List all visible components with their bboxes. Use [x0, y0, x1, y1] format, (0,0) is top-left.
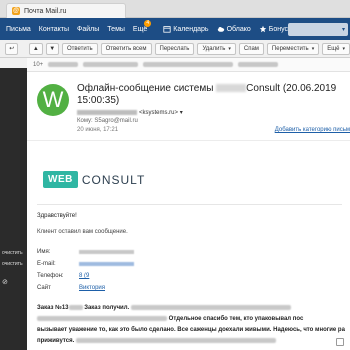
sender-name-redacted: [77, 109, 137, 115]
more-button[interactable]: Ещё ▾: [322, 42, 350, 55]
nav-item-letters[interactable]: Письма: [6, 26, 31, 33]
sender-domain: <ksystems.ru>: [139, 110, 179, 116]
phone-value[interactable]: 8 (9: [79, 273, 89, 279]
nav-item-more[interactable]: Ещё 4: [132, 19, 152, 33]
redacted-text: [68, 304, 83, 310]
forward-button[interactable]: Переслать: [154, 42, 195, 55]
add-category-link[interactable]: Добавить категорию письм: [275, 127, 350, 133]
order-survive: приживутся.: [37, 338, 75, 344]
mail-favicon-icon: @: [12, 7, 20, 15]
redacted-text: [37, 315, 167, 321]
phone-label: Телефон:: [37, 273, 64, 279]
blurred-subject: [83, 62, 139, 67]
calendar-icon: [163, 26, 171, 33]
back-arrow-icon: ↩: [9, 46, 15, 52]
order-message: Заказ №13 Заказ получил. Отдельное спаси…: [37, 303, 347, 347]
delete-label: Удалить: [202, 45, 226, 52]
sidebar-clear-link[interactable]: очистить: [2, 250, 23, 256]
message-list-row[interactable]: 10+: [27, 58, 350, 72]
redacted-text: [75, 337, 276, 343]
user-menu[interactable]: ▾: [288, 22, 349, 36]
order-thanks: Отдельное спасибо тем, кто упаковывал по…: [168, 316, 304, 322]
logo-consult: CONSULT: [81, 172, 146, 187]
nav-right: ▾: [288, 22, 350, 36]
chevron-down-icon: ▾: [342, 45, 345, 52]
email-label: E-mail:: [37, 261, 56, 267]
bonus-icon: [259, 25, 266, 33]
reply-all-button[interactable]: Ответить всем: [100, 42, 152, 55]
sidebar-clear-link[interactable]: очистить: [2, 261, 23, 267]
paperclip-icon[interactable]: ⊘: [2, 278, 8, 286]
site-value[interactable]: Виктория: [79, 285, 105, 291]
redacted-text: [130, 304, 291, 310]
browser-tab-title: Почта Mail.ru: [24, 7, 67, 15]
subject-redacted: [216, 84, 247, 93]
nav-cloud-label: Облако: [226, 25, 251, 33]
prev-message-button[interactable]: ▲: [29, 42, 43, 55]
email-body: WEB CONSULT Здравствуйте! Клиент оставил…: [27, 140, 350, 350]
nav-calendar-label: Календарь: [173, 25, 209, 33]
chevron-down-icon: ▼: [49, 45, 56, 52]
message-subject: Офлайн-сообщение системы Consult (20.06.…: [77, 83, 345, 107]
body-divider: [37, 204, 342, 205]
move-label: Переместить: [271, 45, 309, 52]
move-button[interactable]: Переместить ▾: [266, 42, 320, 55]
chevron-up-icon: ▲: [32, 45, 39, 52]
sender-avatar: W: [37, 84, 69, 116]
nav-more-label: Ещё: [132, 25, 148, 33]
email-value-redacted[interactable]: [79, 262, 134, 266]
subject-prefix: Офлайн-сообщение системы: [77, 83, 214, 94]
order-line: вызывает уважение то, как это было сдела…: [37, 325, 347, 336]
folder-sidebar: очистить очистить ⊘: [0, 58, 27, 350]
back-button[interactable]: ↩: [5, 42, 19, 55]
logo-web: WEB: [43, 171, 78, 188]
chevron-down-icon: ▾: [342, 26, 346, 33]
blurred-snippet: [143, 62, 234, 67]
spam-button[interactable]: Спам: [238, 42, 264, 55]
sidebar-top-strip: [0, 58, 27, 68]
name-value-redacted: [79, 250, 134, 254]
greeting: Здравствуйте!: [37, 213, 77, 219]
nav-item-calendar[interactable]: Календарь: [163, 25, 209, 33]
sender-line[interactable]: <ksystems.ru> ▾: [77, 109, 183, 116]
more-badge: 4: [144, 19, 152, 27]
webconsult-logo: WEB CONSULT: [43, 171, 145, 188]
nav-item-cloud[interactable]: Облако: [217, 25, 251, 33]
message-count: 10+: [33, 61, 44, 68]
nav-item-contacts[interactable]: Контакты: [39, 26, 69, 33]
top-navigation: Письма Контакты Файлы Темы Ещё 4 Календа…: [0, 18, 350, 40]
name-label: Имя:: [37, 249, 51, 255]
nav-item-themes[interactable]: Темы: [107, 26, 125, 33]
chevron-down-icon: ▾: [311, 45, 315, 52]
message-toolbar: ↩ ▲ ▼ Ответить Ответить всем Переслать У…: [0, 40, 350, 58]
next-message-button[interactable]: ▼: [45, 42, 59, 55]
site-label: Сайт: [37, 285, 51, 291]
order-received: Заказ получил.: [84, 305, 130, 311]
message-pane: W Офлайн-сообщение системы Consult (20.0…: [27, 72, 350, 350]
recipient-line: Кому: S5agro@mail.ru: [77, 118, 138, 124]
chevron-down-icon: ▾: [228, 45, 231, 52]
blurred-sender: [48, 62, 79, 67]
blurred-snippet: [238, 62, 279, 67]
nav-bonus-label: Бонус: [268, 25, 289, 33]
chevron-down-icon: ▾: [179, 110, 183, 116]
browser-tab[interactable]: @ Почта Mail.ru: [6, 3, 126, 18]
cloud-icon: [217, 27, 224, 32]
order-respect: вызывает уважение то, как это было сдела…: [37, 327, 345, 333]
delete-button[interactable]: Удалить ▾: [197, 42, 236, 55]
order-line: Отдельное спасибо тем, кто упаковывал по…: [37, 314, 347, 325]
message-date: 20 июня, 17:21: [77, 127, 119, 133]
more-label: Ещё: [327, 45, 340, 52]
nav-item-files[interactable]: Файлы: [77, 26, 99, 33]
nav-item-bonus[interactable]: Бонус: [259, 25, 288, 33]
order-line: Заказ №13 Заказ получил.: [37, 303, 347, 314]
reply-button[interactable]: Ответить: [61, 42, 98, 55]
order-line: приживутся.: [37, 336, 347, 347]
browser-tab-bar: @ Почта Mail.ru: [0, 0, 350, 18]
client-note: Клиент оставил вам сообщение.: [37, 229, 128, 235]
scroll-to-top-icon[interactable]: [336, 338, 344, 346]
order-number: Заказ №13: [37, 305, 69, 311]
